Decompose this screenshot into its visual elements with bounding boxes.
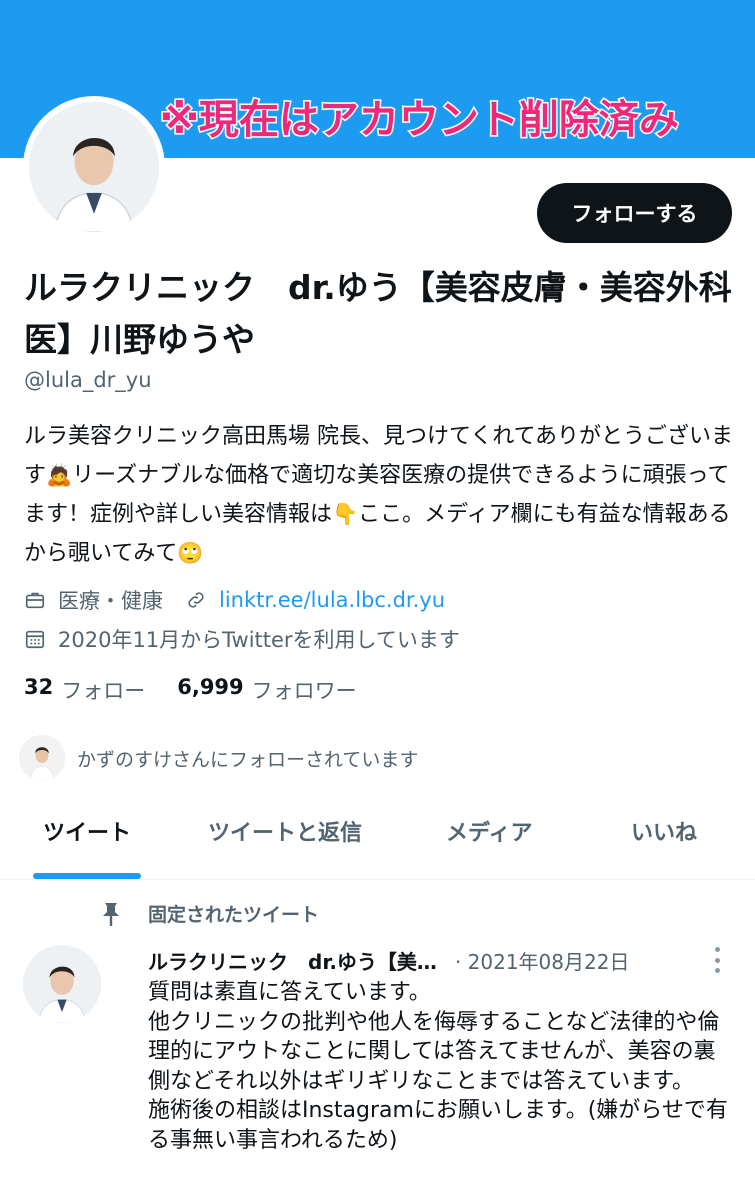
link-icon	[185, 589, 207, 611]
profile-category: 医療・健康	[58, 589, 163, 613]
tweet-line: 他クリニックの批判や他人を侮辱することなど法律的や倫理的にアウトなことに関しては…	[148, 1009, 720, 1094]
point-down-emoji-icon: 👇	[332, 502, 359, 526]
profile-bio: ルラ美容クリニック高田馬場 院長、見つけてくれてありがとうございます🙇リーズナブ…	[24, 418, 736, 573]
following-count[interactable]: 32	[24, 675, 53, 705]
bow-emoji-icon: 🙇	[46, 463, 73, 487]
tab-likes[interactable]: いいね	[631, 800, 697, 880]
eye-roll-emoji-icon: 🙄	[177, 541, 204, 565]
followed-by-text: かずのすけさんにフォローされています	[77, 748, 419, 771]
tweet-body[interactable]: 質問は素直に答えています。 他クリニックの批判や他人を侮辱することなど法律的や倫…	[148, 978, 733, 1155]
tweet-author-avatar[interactable]	[23, 945, 101, 1023]
avatar-photo-icon	[29, 102, 159, 232]
profile-joined: 2020年11月からTwitterを利用しています	[58, 628, 460, 652]
profile-stats: 32 フォロー 6,999 フォロワー	[24, 675, 389, 705]
more-options-icon[interactable]	[710, 945, 724, 975]
follow-button[interactable]: フォローする	[537, 183, 732, 243]
profile-link[interactable]: linktr.ee/lula.lbc.dr.yu	[219, 588, 445, 612]
tab-tweets[interactable]: ツイート	[43, 800, 131, 880]
tab-media[interactable]: メディア	[446, 800, 532, 880]
profile-name: ルラクリニック dr.ゆう【美容皮膚・美容外科医】川野ゆうや	[24, 268, 732, 359]
calendar-icon	[24, 628, 46, 650]
followers-count[interactable]: 6,999	[177, 675, 243, 705]
active-tab-indicator	[33, 873, 141, 879]
briefcase-icon	[24, 589, 46, 611]
profile-meta-row: 医療・健康 linktr.ee/lula.lbc.dr.yu	[24, 585, 445, 615]
followers-label[interactable]: フォロワー	[252, 675, 357, 705]
profile-avatar[interactable]	[23, 96, 165, 238]
follower-avatar	[19, 735, 65, 781]
followed-by-row[interactable]: かずのすけさんにフォローされています	[19, 735, 418, 781]
tweet-line: 施術後の相談はInstagramにお願いします。(嫌がらせで有る事無い事言われる…	[148, 1098, 728, 1153]
profile-tabs: ツイート ツイートと返信 メディア いいね	[0, 800, 755, 880]
tweet-date[interactable]: · 2021年08月22日	[455, 946, 630, 975]
profile-handle: @lula_dr_yu	[24, 368, 152, 392]
tweet-line: 質問は素直に答えています。	[148, 980, 431, 1005]
pinned-text: 固定されたツイート	[148, 904, 320, 926]
tweet-header: ルラクリニック dr.ゆう【美… · 2021年08月22日	[148, 943, 738, 977]
banner-caption: ※現在はアカウント削除済み	[159, 96, 681, 145]
tweet-author-name[interactable]: ルラクリニック dr.ゆう【美…	[148, 946, 437, 975]
following-label[interactable]: フォロー	[61, 675, 145, 705]
profile-joined-row: 2020年11月からTwitterを利用しています	[24, 624, 460, 654]
tab-tweets-and-replies[interactable]: ツイートと返信	[208, 800, 362, 880]
pin-icon	[100, 901, 122, 927]
pinned-tweet-label: 固定されたツイート	[100, 900, 319, 927]
